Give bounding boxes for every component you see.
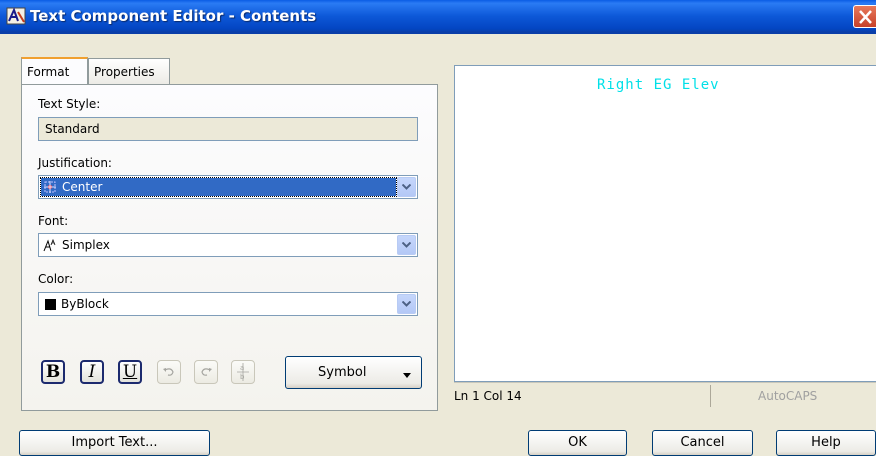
autocaps-indicator[interactable]: AutoCAPS <box>758 389 817 403</box>
stack-button[interactable]: a b <box>231 360 255 384</box>
font-dropdown[interactable]: Simplex <box>38 233 418 257</box>
color-label: Color: <box>38 272 74 286</box>
symbol-button[interactable]: Symbol <box>285 356 422 389</box>
justify-center-icon <box>44 181 56 193</box>
status-bar: Ln 1 Col 14 AutoCAPS <box>454 382 876 410</box>
svg-text:a: a <box>240 364 244 372</box>
font-dropdown-arrow[interactable] <box>397 235 416 255</box>
ok-button[interactable]: OK <box>528 430 627 456</box>
font-selected: Simplex <box>41 236 396 254</box>
chevron-down-icon <box>402 301 411 307</box>
tab-properties[interactable]: Properties <box>88 58 170 84</box>
status-separator <box>710 385 711 407</box>
shx-font-icon <box>43 238 56 252</box>
tab-format[interactable]: Format <box>21 57 88 84</box>
text-style-field: Standard <box>38 117 418 141</box>
dropdown-arrow-icon <box>403 373 411 378</box>
undo-button[interactable] <box>157 360 181 384</box>
font-value: Simplex <box>62 238 110 252</box>
justification-value: Center <box>62 180 103 194</box>
bold-button[interactable]: B <box>41 360 65 384</box>
editor-text[interactable]: Right EG Elev <box>597 77 720 93</box>
import-text-button[interactable]: Import Text... <box>19 430 210 456</box>
color-dropdown-arrow[interactable] <box>397 294 416 314</box>
cursor-position: Ln 1 Col 14 <box>454 389 522 403</box>
color-value: ByBlock <box>61 297 109 311</box>
chevron-down-icon <box>402 242 411 248</box>
justification-dropdown[interactable]: Center <box>38 175 418 199</box>
underline-button[interactable]: U <box>118 360 142 384</box>
redo-icon <box>201 368 212 376</box>
symbol-button-label: Symbol <box>318 365 367 380</box>
justification-label: Justification: <box>38 156 112 170</box>
chevron-down-icon <box>402 184 411 190</box>
font-label: Font: <box>38 214 69 228</box>
italic-button[interactable]: I <box>80 360 104 384</box>
text-editor-area[interactable]: Right EG Elev <box>454 65 876 382</box>
color-dropdown[interactable]: ByBlock <box>38 292 418 316</box>
justification-selected: Center <box>40 177 397 197</box>
cancel-button[interactable]: Cancel <box>652 430 753 456</box>
title-bar[interactable]: Text Component Editor - Contents <box>0 0 876 32</box>
color-swatch <box>45 298 56 310</box>
redo-button[interactable] <box>194 360 218 384</box>
app-icon <box>6 7 26 25</box>
title-bar-edge <box>0 32 876 34</box>
window-title: Text Component Editor - Contents <box>30 7 317 25</box>
color-selected: ByBlock <box>41 295 396 313</box>
text-style-label: Text Style: <box>38 97 101 111</box>
svg-text:b: b <box>240 373 245 381</box>
close-icon <box>859 10 872 24</box>
justification-dropdown-arrow[interactable] <box>397 177 416 197</box>
stack-fraction-icon: a b <box>237 363 249 381</box>
undo-icon <box>163 368 174 376</box>
close-button[interactable] <box>853 5 876 28</box>
help-button[interactable]: Help <box>776 430 876 456</box>
